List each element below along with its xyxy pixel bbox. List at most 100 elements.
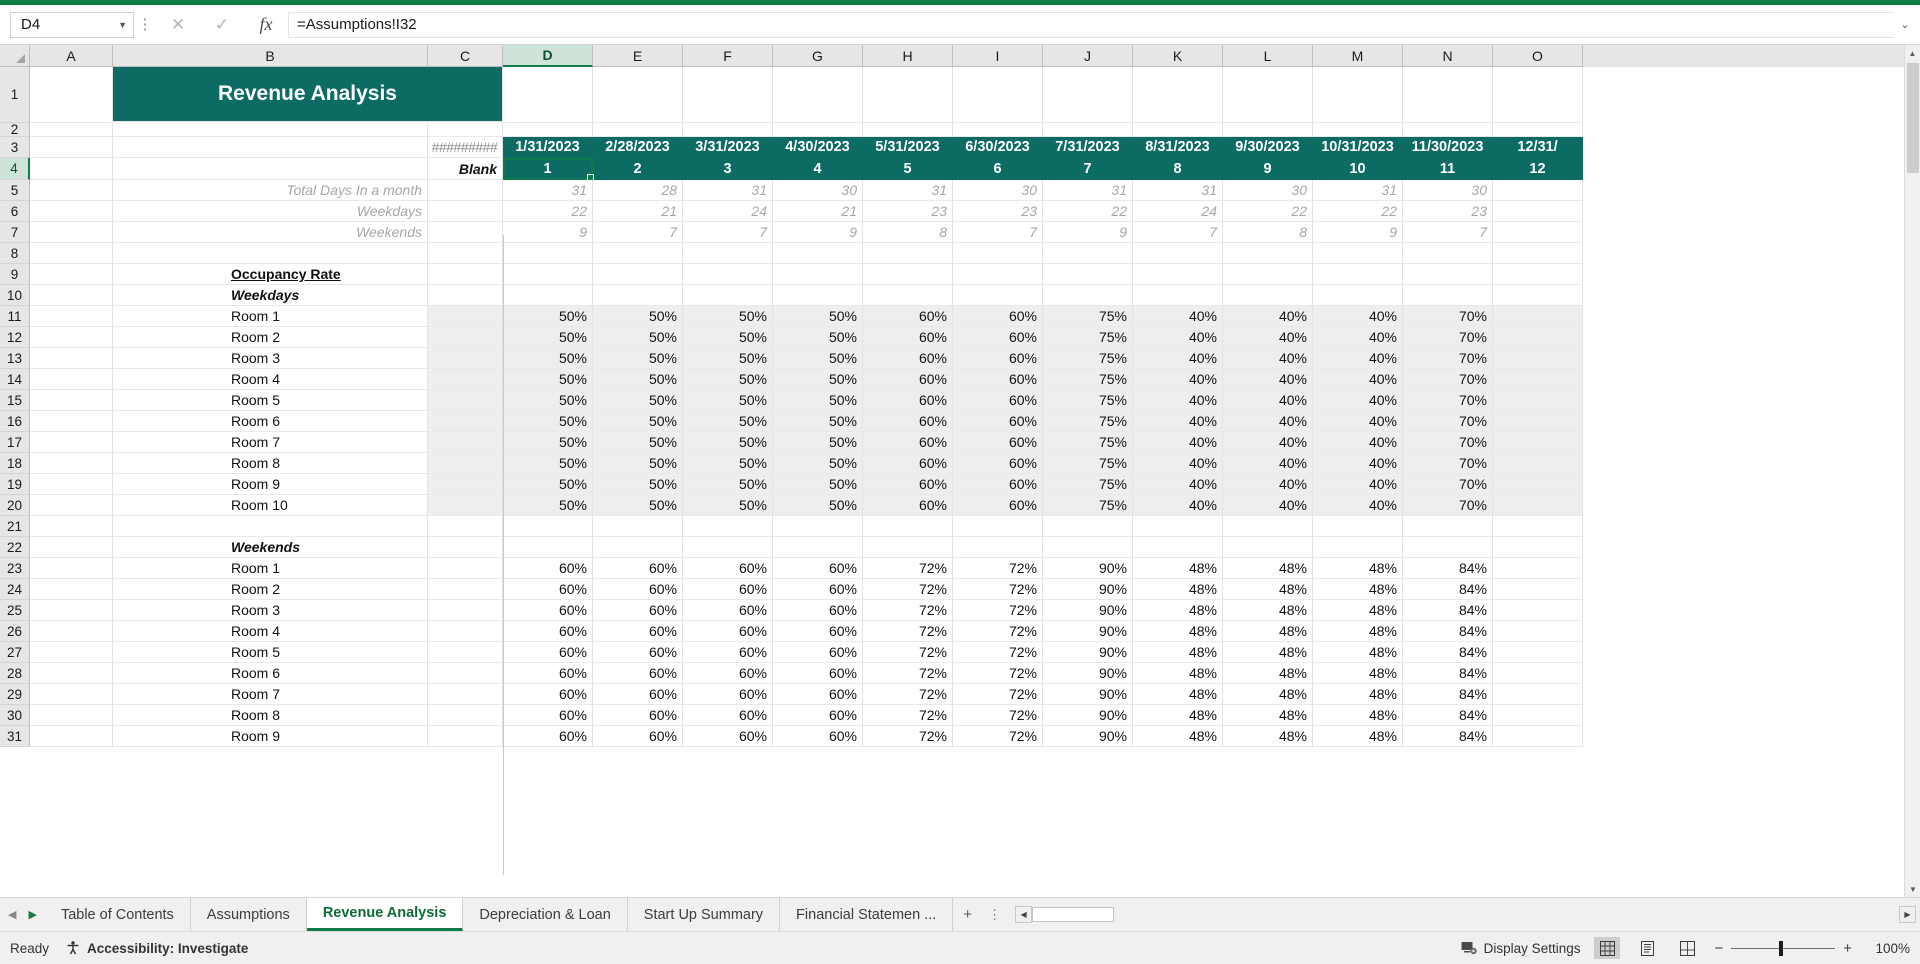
cell-row2-3[interactable] xyxy=(773,123,863,137)
weekend-rate-28-4[interactable]: 60% xyxy=(773,663,863,684)
cell-a13[interactable] xyxy=(30,348,113,369)
weekend-rate-27-7[interactable]: 90% xyxy=(1043,642,1133,663)
cell-row2-7[interactable] xyxy=(1133,123,1223,137)
cell-row8-4[interactable] xyxy=(863,243,953,264)
weekday-rate-20-6[interactable]: 60% xyxy=(953,495,1043,516)
weekend-rate-24-3[interactable]: 60% xyxy=(683,579,773,600)
row-header-11[interactable]: 11 xyxy=(0,306,30,327)
row-header-7[interactable]: 7 xyxy=(0,222,30,243)
month-number-1[interactable]: 1 xyxy=(503,158,593,180)
day-value-5-10[interactable]: 31 xyxy=(1313,180,1403,201)
day-value-7-4[interactable]: 9 xyxy=(773,222,863,243)
weekend-rate-31-3[interactable]: 60% xyxy=(683,726,773,747)
column-header-b[interactable]: B xyxy=(113,45,428,67)
cell-row8-3[interactable] xyxy=(773,243,863,264)
weekday-rate-18-2[interactable]: 50% xyxy=(593,453,683,474)
weekend-rate-31-4[interactable]: 60% xyxy=(773,726,863,747)
day-value-5-12[interactable] xyxy=(1493,180,1583,201)
cell-row1-9[interactable] xyxy=(1313,67,1403,123)
cell-c5[interactable] xyxy=(428,180,503,201)
cell-a18[interactable] xyxy=(30,453,113,474)
weekend-rate-26-7[interactable]: 90% xyxy=(1043,621,1133,642)
weekday-rate-16-2[interactable]: 50% xyxy=(593,411,683,432)
day-value-7-1[interactable]: 9 xyxy=(503,222,593,243)
weekend-rate-25-7[interactable]: 90% xyxy=(1043,600,1133,621)
weekend-rate-28-7[interactable]: 90% xyxy=(1043,663,1133,684)
row-header-8[interactable]: 8 xyxy=(0,243,30,264)
formula-bar-dots-icon[interactable]: ⋮ xyxy=(134,17,156,32)
cell-row9-5[interactable] xyxy=(953,264,1043,285)
day-value-6-9[interactable]: 22 xyxy=(1223,201,1313,222)
day-value-7-5[interactable]: 8 xyxy=(863,222,953,243)
weekday-rate-13-1[interactable]: 50% xyxy=(503,348,593,369)
cell-a20[interactable] xyxy=(30,495,113,516)
weekday-rate-15-11[interactable]: 70% xyxy=(1403,390,1493,411)
weekend-rate-28-10[interactable]: 48% xyxy=(1313,663,1403,684)
row-label-7[interactable]: Weekends xyxy=(113,222,428,243)
weekday-rate-19-4[interactable]: 50% xyxy=(773,474,863,495)
weekend-rate-23-11[interactable]: 84% xyxy=(1403,558,1493,579)
name-box[interactable]: D4 ▼ xyxy=(10,11,134,38)
cell-row10-7[interactable] xyxy=(1133,285,1223,306)
weekend-rate-27-2[interactable]: 60% xyxy=(593,642,683,663)
room-label-17[interactable]: Room 7 xyxy=(113,432,428,453)
weekend-rate-27-9[interactable]: 48% xyxy=(1223,642,1313,663)
sheet-tab-start-up-summary[interactable]: Start Up Summary xyxy=(627,898,781,931)
cell-row8-11[interactable] xyxy=(1493,243,1583,264)
cell-row8-9[interactable] xyxy=(1313,243,1403,264)
cell-row10-1[interactable] xyxy=(593,285,683,306)
month-number-4[interactable]: 4 xyxy=(773,158,863,180)
cell-row21-0[interactable] xyxy=(503,516,593,537)
zoom-track[interactable] xyxy=(1731,940,1836,956)
day-value-5-6[interactable]: 30 xyxy=(953,180,1043,201)
column-header-o[interactable]: O xyxy=(1493,45,1583,67)
room-label-25[interactable]: Room 3 xyxy=(113,600,428,621)
weekday-rate-11-3[interactable]: 50% xyxy=(683,306,773,327)
weekend-rate-27-12[interactable] xyxy=(1493,642,1583,663)
weekday-rate-12-6[interactable]: 60% xyxy=(953,327,1043,348)
page-break-icon[interactable] xyxy=(1674,937,1700,959)
cell-row2-6[interactable] xyxy=(1043,123,1133,137)
row-header-5[interactable]: 5 xyxy=(0,180,30,201)
row-header-4[interactable]: 4 xyxy=(0,158,30,180)
cell-row2-4[interactable] xyxy=(863,123,953,137)
weekend-rate-31-2[interactable]: 60% xyxy=(593,726,683,747)
cell-row22-1[interactable] xyxy=(593,537,683,558)
day-value-7-6[interactable]: 7 xyxy=(953,222,1043,243)
weekend-rate-29-8[interactable]: 48% xyxy=(1133,684,1223,705)
weekday-rate-16-10[interactable]: 40% xyxy=(1313,411,1403,432)
weekday-rate-14-4[interactable]: 50% xyxy=(773,369,863,390)
month-number-12[interactable]: 12 xyxy=(1493,158,1583,180)
weekend-rate-24-8[interactable]: 48% xyxy=(1133,579,1223,600)
cell-a14[interactable] xyxy=(30,369,113,390)
day-value-6-1[interactable]: 22 xyxy=(503,201,593,222)
weekend-rate-31-9[interactable]: 48% xyxy=(1223,726,1313,747)
cell-row10-3[interactable] xyxy=(773,285,863,306)
weekday-rate-13-6[interactable]: 60% xyxy=(953,348,1043,369)
cell-row1-5[interactable] xyxy=(953,67,1043,123)
weekday-rate-20-11[interactable]: 70% xyxy=(1403,495,1493,516)
room-label-14[interactable]: Room 4 xyxy=(113,369,428,390)
cell-a31[interactable] xyxy=(30,726,113,747)
cell-row1-11[interactable] xyxy=(1493,67,1583,123)
vertical-scroll-thumb[interactable] xyxy=(1907,63,1919,173)
date-header-4[interactable]: 4/30/2023 xyxy=(773,137,863,158)
weekday-rate-20-3[interactable]: 50% xyxy=(683,495,773,516)
weekday-rate-11-2[interactable]: 50% xyxy=(593,306,683,327)
weekday-rate-12-8[interactable]: 40% xyxy=(1133,327,1223,348)
day-value-5-4[interactable]: 30 xyxy=(773,180,863,201)
cell-row9-9[interactable] xyxy=(1313,264,1403,285)
weekday-rate-18-12[interactable] xyxy=(1493,453,1583,474)
zoom-out-button[interactable]: − xyxy=(1714,940,1723,957)
room-label-23[interactable]: Room 1 xyxy=(113,558,428,579)
weekend-rate-25-2[interactable]: 60% xyxy=(593,600,683,621)
weekday-rate-11-7[interactable]: 75% xyxy=(1043,306,1133,327)
sheet-tab-table-of-contents[interactable]: Table of Contents xyxy=(44,898,191,931)
weekend-rate-26-6[interactable]: 72% xyxy=(953,621,1043,642)
weekday-rate-16-9[interactable]: 40% xyxy=(1223,411,1313,432)
weekday-rate-13-8[interactable]: 40% xyxy=(1133,348,1223,369)
cell-row8-0[interactable] xyxy=(503,243,593,264)
weekday-rate-19-7[interactable]: 75% xyxy=(1043,474,1133,495)
weekend-rate-24-1[interactable]: 60% xyxy=(503,579,593,600)
weekend-rate-26-4[interactable]: 60% xyxy=(773,621,863,642)
